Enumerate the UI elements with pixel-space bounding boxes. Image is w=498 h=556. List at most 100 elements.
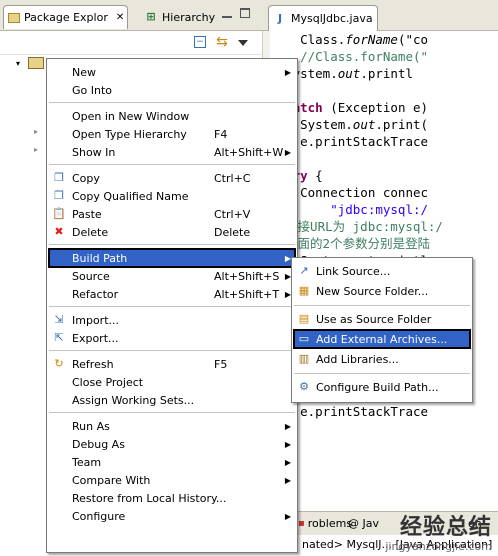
submenu-arrow-icon: ▶ [284, 475, 291, 485]
submenu-arrow-icon: ▶ [284, 457, 291, 467]
menu-item-shortcut: Ctrl+V [214, 207, 251, 221]
tree-expand-icon[interactable]: ▸ [34, 145, 38, 154]
menu-item-show-in[interactable]: Show In Alt+Shift+W ▶ [49, 143, 295, 161]
menu-item-close-project[interactable]: Close Project [49, 373, 295, 391]
code-line: Class.forName("co [270, 31, 428, 48]
menu-item-label: Run As [72, 419, 110, 433]
menu-item-label: Add Libraries... [316, 352, 399, 366]
menu-item-configure-build-path[interactable]: ⚙ Configure Build Path... [294, 378, 470, 396]
submenu-arrow-icon: ▶ [284, 511, 291, 521]
menu-item-label: Close Project [72, 375, 144, 389]
collapse-all-icon[interactable]: − [194, 36, 206, 48]
menu-item-run-as[interactable]: Run As ▶ [49, 417, 295, 435]
menu-item-new[interactable]: New ▶ [49, 63, 295, 81]
menu-item-copy[interactable]: ❐ Copy Ctrl+C [49, 169, 295, 187]
copy-icon: ❐ [54, 171, 64, 184]
code-token: (Exception e) [322, 100, 429, 115]
menu-item-build-path[interactable]: Build Path ▶ [48, 248, 296, 268]
tab-editor-label: MysqlJdbc.java [291, 12, 373, 25]
code-token: .printl [360, 66, 413, 81]
package-explorer-tabbar: Package Explor ✕ ⊞ Hierarchy [0, 0, 262, 31]
menu-item-import[interactable]: ⇲ Import... [49, 311, 295, 329]
import-icon: ⇲ [54, 313, 64, 326]
menu-item-label: New [72, 65, 96, 79]
menu-item-restore-from-local-history[interactable]: Restore from Local History... [49, 489, 295, 507]
library-icon: ▥ [298, 352, 310, 365]
submenu-arrow-icon: ▶ [284, 147, 291, 157]
menu-item-label: Configure [72, 509, 126, 523]
menu-item-label: Team [72, 455, 102, 469]
menu-item-label: Link Source... [316, 264, 391, 278]
menu-item-add-libraries[interactable]: ▥ Add Libraries... [294, 350, 470, 368]
menu-separator [49, 412, 295, 413]
close-icon[interactable]: ✕ [116, 12, 124, 23]
tab-editor-file[interactable]: J MysqlJdbc.java [268, 5, 378, 31]
java-file-icon: J [277, 11, 283, 25]
menu-item-label: Refresh [72, 357, 114, 371]
menu-item-debug-as[interactable]: Debug As ▶ [49, 435, 295, 453]
menu-separator [49, 164, 295, 165]
menu-item-export[interactable]: ⇱ Export... [49, 329, 295, 347]
code-token: .print( [375, 117, 429, 132]
menu-item-configure[interactable]: Configure ▶ [49, 507, 295, 525]
link-with-editor-icon[interactable]: ⇆ [214, 34, 230, 50]
maximize-icon[interactable] [240, 8, 250, 18]
new-source-folder-icon: ▦ [298, 284, 310, 297]
menu-item-add-external-archives[interactable]: ▭ Add External Archives... [293, 329, 471, 349]
submenu-arrow-icon: ▶ [284, 67, 291, 77]
menu-item-label: Use as Source Folder [316, 312, 432, 326]
minimize-icon[interactable] [222, 8, 232, 18]
tab-hierarchy[interactable]: ⊞ Hierarchy [140, 5, 215, 29]
menu-item-use-as-source-folder[interactable]: ▤ Use as Source Folder [294, 310, 470, 328]
copy-icon: ❐ [54, 189, 64, 202]
menu-item-label: Build Path [72, 251, 128, 265]
tab-package-explorer-label: Package Explor [24, 11, 108, 24]
menu-item-shortcut: F5 [214, 357, 228, 371]
menu-item-assign-working-sets[interactable]: Assign Working Sets... [49, 391, 295, 409]
code-token: Class. [270, 32, 346, 47]
watermark: 经验总结 jingyanzongjie.com [385, 515, 492, 554]
menu-separator [49, 350, 295, 351]
menu-item-shortcut: Alt+Shift+W [214, 145, 284, 159]
menu-item-go-into[interactable]: Go Into [49, 81, 295, 99]
menu-item-paste[interactable]: 📋 Paste Ctrl+V [49, 205, 295, 223]
menu-item-link-source[interactable]: ↗ Link Source... [294, 262, 470, 280]
menu-item-source[interactable]: Source Alt+Shift+S ▶ [49, 267, 295, 285]
menu-item-team[interactable]: Team ▶ [49, 453, 295, 471]
tree-expand-icon[interactable]: ▸ [34, 127, 38, 136]
menu-item-open-type-hierarchy[interactable]: Open Type Hierarchy F4 [49, 125, 295, 143]
code-token: out [352, 117, 376, 132]
menu-item-label: Compare With [72, 473, 151, 487]
menu-separator [294, 305, 470, 306]
watermark-chinese: 经验总结 [399, 515, 492, 540]
context-menu: New ▶ Go Into Open in New Window Open Type H… [46, 58, 298, 553]
view-menu-icon[interactable] [238, 40, 248, 46]
menu-item-delete[interactable]: ✖ Delete Delete [49, 223, 295, 241]
menu-item-label: Refactor [72, 287, 119, 301]
tab-problems[interactable]: ▪ roblems [298, 517, 352, 530]
watermark-url: jingyanzongjie.com [385, 540, 492, 553]
menu-item-open-in-new-window[interactable]: Open in New Window [49, 107, 295, 125]
menu-item-compare-with[interactable]: Compare With ▶ [49, 471, 295, 489]
tab-javadoc[interactable]: @ Jav [348, 517, 379, 530]
package-explorer-toolbar: − ⇆ [0, 31, 262, 55]
delete-icon: ✖ [54, 225, 64, 238]
menu-item-label: New Source Folder... [316, 284, 429, 298]
tab-package-explorer[interactable]: Package Explor ✕ [3, 5, 128, 29]
menu-item-copy-qualified-name[interactable]: ❐ Copy Qualified Name [49, 187, 295, 205]
archive-icon: ▭ [298, 332, 310, 345]
build-path-submenu: ↗ Link Source... ▦ New Source Folder... ▤ Use… [291, 257, 473, 403]
code-token: forName [345, 32, 398, 47]
menu-item-label: Open in New Window [72, 109, 190, 123]
menu-item-refactor[interactable]: Refactor Alt+Shift+T ▶ [49, 285, 295, 303]
menu-item-label: Import... [72, 313, 119, 327]
menu-item-refresh[interactable]: ↻ Refresh F5 [49, 355, 295, 373]
menu-item-new-source-folder[interactable]: ▦ New Source Folder... [294, 282, 470, 300]
tab-hierarchy-label: Hierarchy [162, 10, 216, 24]
menu-item-shortcut: Alt+Shift+T [214, 287, 280, 301]
menu-item-shortcut: Delete [214, 225, 251, 239]
source-folder-icon: ▤ [298, 312, 310, 325]
configure-icon: ⚙ [299, 380, 309, 393]
menu-item-label: Open Type Hierarchy [72, 127, 187, 141]
tree-expand-icon[interactable]: ▾ [16, 59, 20, 68]
